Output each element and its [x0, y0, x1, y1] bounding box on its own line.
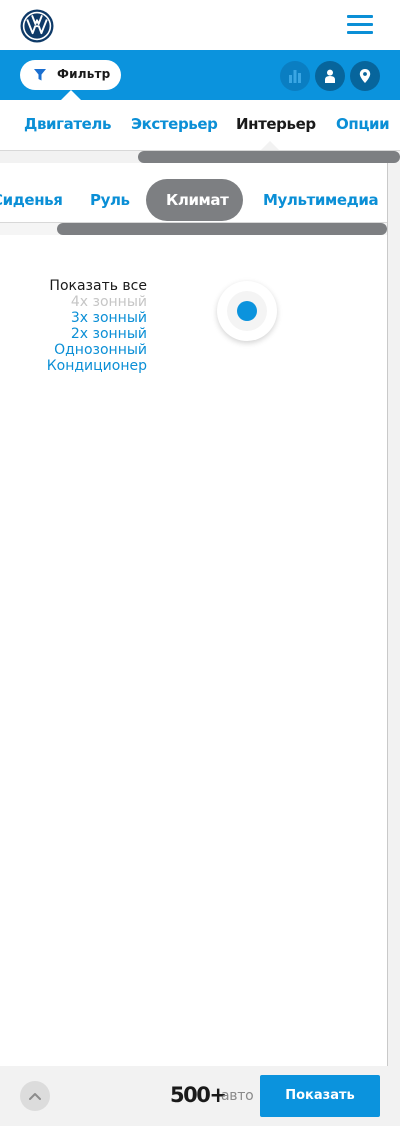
tab-multimedia[interactable]: Мультимедиа	[263, 191, 379, 209]
tab-seats[interactable]: Сиденья	[0, 191, 63, 209]
tab-climate[interactable]: Климат	[146, 179, 243, 221]
show-results-button[interactable]: Показать	[260, 1075, 380, 1117]
option-3-zone[interactable]: 3х зонный	[47, 310, 147, 326]
scroll-top-button[interactable]	[20, 1081, 50, 1111]
category-tabs-scroll-thumb[interactable]	[138, 151, 400, 163]
results-count: 500+	[170, 1083, 227, 1107]
filter-button-label: Фильтр	[57, 67, 111, 81]
tab-steering-wheel[interactable]: Руль	[90, 191, 130, 209]
option-single-zone[interactable]: Однозонный	[47, 342, 147, 358]
subcategory-tabs-scroll-thumb[interactable]	[57, 223, 387, 235]
option-4-zone: 4х зонный	[70, 294, 147, 310]
compare-stats-button[interactable]	[280, 61, 310, 91]
option-air-conditioner[interactable]: Кондиционер	[47, 358, 147, 374]
climate-options-list: Показать все 4х зонный 3х зонный 2х зонн…	[47, 278, 147, 374]
filter-pointer	[61, 90, 81, 100]
results-footer: 500+ авто Показать	[0, 1066, 400, 1126]
tab-climate-label: Климат	[166, 191, 229, 209]
option-2-zone[interactable]: 2х зонный	[47, 326, 147, 342]
option-show-all[interactable]: Показать все	[47, 278, 147, 294]
show-results-label: Показать	[285, 1088, 355, 1103]
chevron-up-icon	[29, 1093, 41, 1100]
toggle-selected-dot	[237, 301, 257, 321]
filter-button[interactable]: Фильтр	[20, 60, 121, 90]
tab-exterior[interactable]: Экстерьер	[131, 115, 218, 133]
vertical-scrollbar[interactable]	[387, 163, 400, 1066]
tab-interior[interactable]: Интерьер	[236, 115, 316, 133]
category-tabs: Двигатель Экстерьер Интерьер Опции	[0, 100, 400, 150]
dealer-location-button[interactable]	[350, 61, 380, 91]
account-button[interactable]	[315, 61, 345, 91]
map-pin-icon	[359, 69, 371, 83]
filter-bar: Фильтр	[0, 50, 400, 100]
volkswagen-logo[interactable]	[20, 9, 54, 43]
hamburger-menu-icon[interactable]	[347, 15, 373, 35]
tab-options[interactable]: Опции	[336, 115, 390, 133]
funnel-icon	[34, 69, 46, 81]
top-header	[0, 0, 400, 50]
results-count-unit: авто	[221, 1088, 254, 1104]
climate-selector-toggle[interactable]	[217, 281, 277, 341]
bar-chart-icon	[289, 70, 301, 83]
tab-engine[interactable]: Двигатель	[24, 115, 111, 133]
user-icon	[325, 69, 335, 83]
subcategory-tabs: Сиденья Руль Климат Мультимедиа	[0, 177, 387, 223]
active-tab-pointer	[261, 141, 279, 150]
